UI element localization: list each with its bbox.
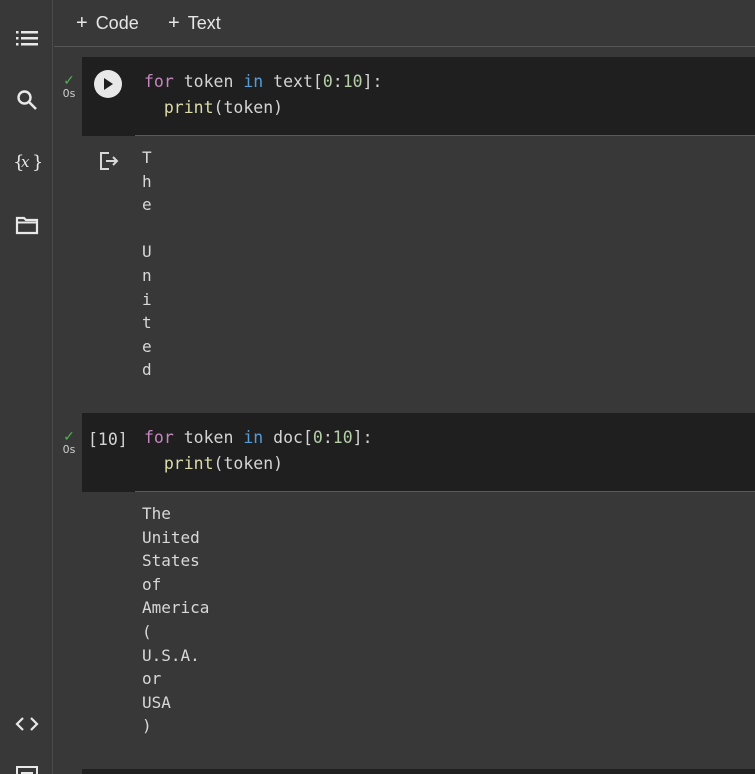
cell-status: ✓ 0s [58,73,80,100]
check-icon: ✓ [63,72,75,88]
svg-text:}: } [32,152,41,173]
output-line: U [142,242,152,262]
code-editor[interactable]: for token in doc[0:10]: print(token) [144,425,373,477]
add-text-button[interactable]: + Text [168,12,221,34]
output-line: h [142,171,152,191]
plus-icon: + [76,11,88,34]
cell-output: The United States of America ( U.S.A. or USA) [142,502,209,738]
output-line: or [142,669,162,689]
cell-status: ✓ 0s [58,429,80,456]
output-line: t [142,313,152,333]
code-cell[interactable]: for token in text[0:10]: print(token) [82,57,755,136]
search-icon[interactable] [14,87,40,113]
output-divider [135,135,755,136]
output-line: n [142,265,152,285]
left-sidebar: {x} [0,0,53,774]
output-line: America [142,598,210,618]
add-text-label: Text [187,12,221,33]
play-icon [104,78,113,90]
variables-icon[interactable]: {x} [12,149,42,175]
output-line: d [142,360,152,380]
code-cell[interactable] [82,769,755,774]
output-line: U.S.A. [142,645,200,665]
output-line: States [142,551,200,571]
output-line: United [142,527,200,547]
execution-time: 0s [62,443,76,456]
output-line: i [142,289,152,309]
output-line: T [142,148,152,167]
execution-time: 0s [62,87,76,100]
add-code-button[interactable]: + Code [76,12,139,34]
execution-count: [10] [88,430,128,449]
svg-text:x: x [21,153,30,171]
output-redirect-icon[interactable] [98,150,120,177]
code-cell[interactable]: for token in doc[0:10]: print(token) [82,413,755,492]
output-line: of [142,574,162,594]
toc-icon[interactable] [14,25,40,51]
check-icon: ✓ [63,428,75,444]
terminal-icon[interactable] [14,760,40,774]
output-line: The [142,504,171,523]
output-line: ) [142,716,152,736]
folder-icon[interactable] [14,212,40,238]
cell-output: The United [142,146,152,382]
code-snippets-icon[interactable] [14,711,40,737]
output-line: USA [142,692,171,712]
output-line: ( [142,621,152,641]
plus-icon: + [168,11,180,34]
notebook-toolbar: + Code + Text [54,0,755,47]
code-editor[interactable]: for token in text[0:10]: print(token) [144,69,382,121]
run-cell-button[interactable] [94,70,122,98]
output-divider [135,491,755,492]
output-line: e [142,336,152,356]
add-code-label: Code [95,12,139,33]
output-line: e [142,195,152,215]
